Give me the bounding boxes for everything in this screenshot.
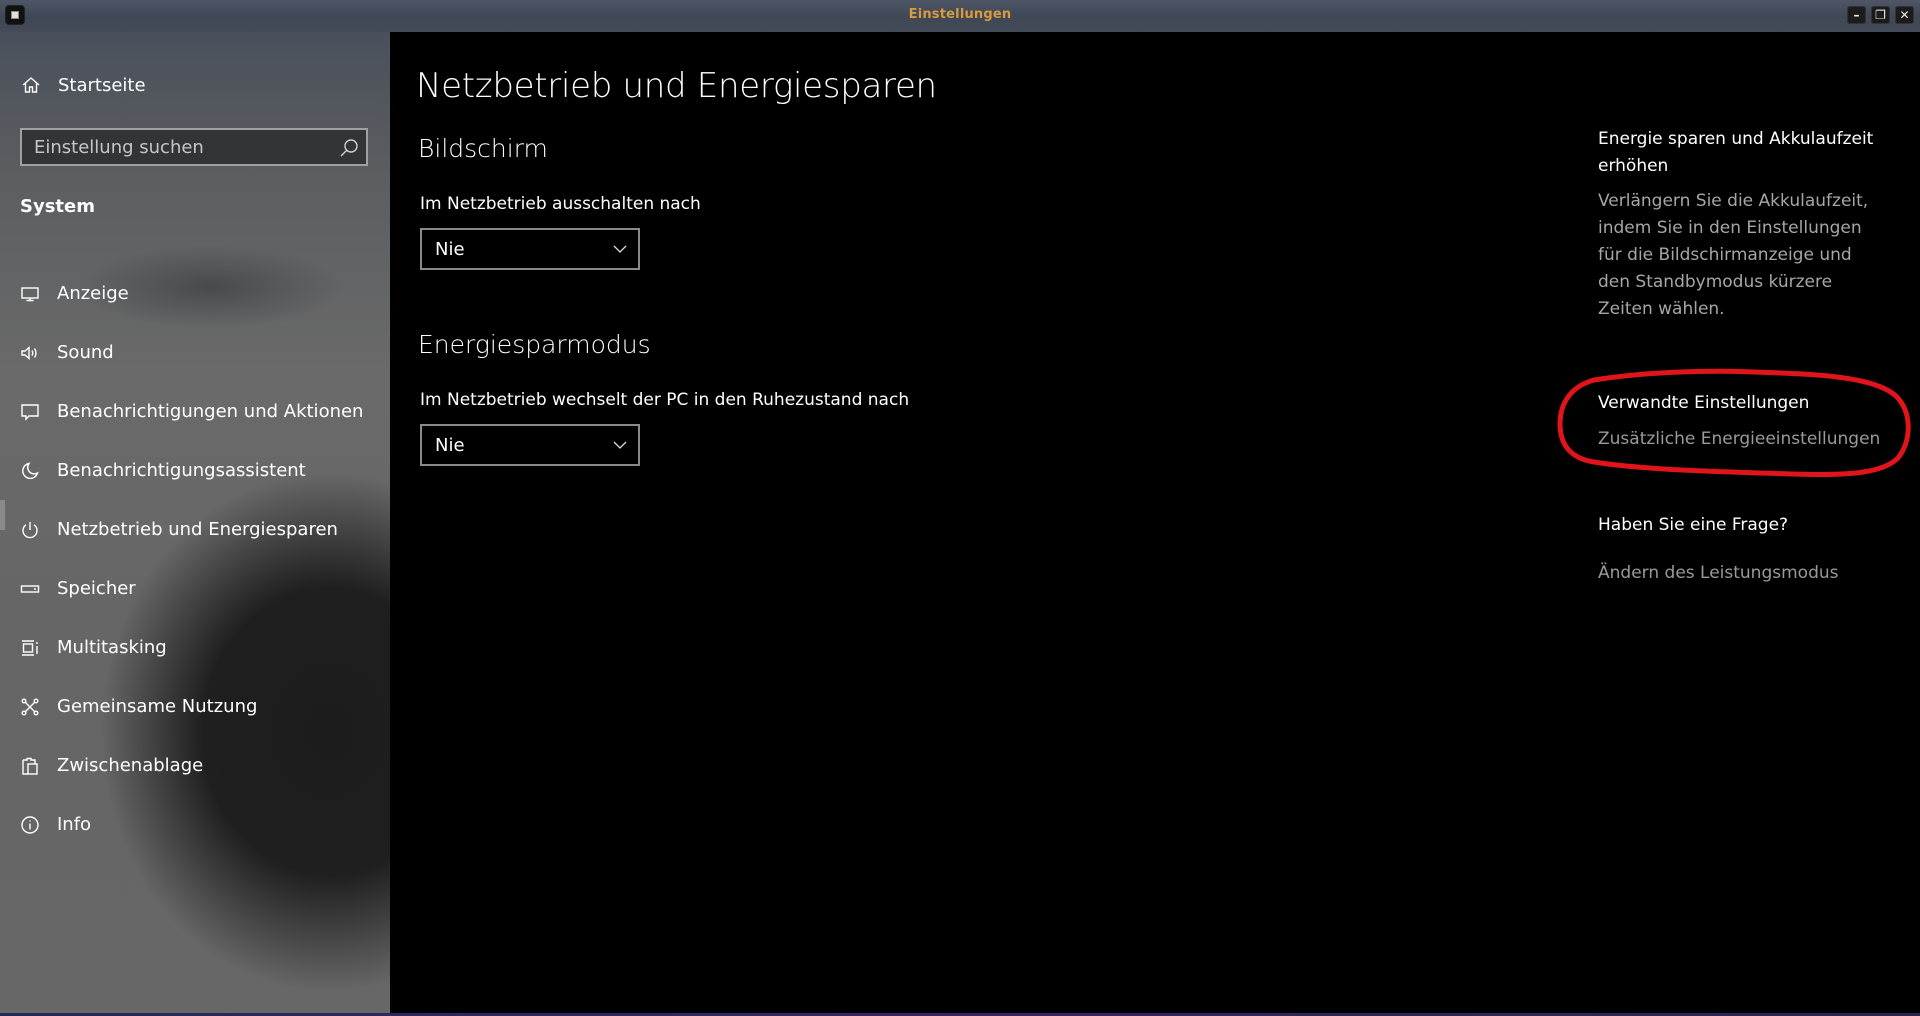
moon-icon <box>19 460 41 482</box>
sidebar-item-label: Sound <box>57 342 114 363</box>
chevron-down-icon <box>612 241 628 257</box>
sidebar-item-label: Netzbetrieb und Energiesparen <box>57 519 338 540</box>
sidebar-item-label: Speicher <box>57 578 136 599</box>
sleep-dropdown[interactable]: Nie <box>420 424 640 466</box>
sidebar-item-gemeinsame-nutzung[interactable]: Gemeinsame Nutzung <box>0 677 390 736</box>
multitasking-icon <box>19 637 41 659</box>
restore-button[interactable]: ❐ <box>1871 6 1890 24</box>
question-heading: Haben Sie eine Frage? <box>1598 515 1789 535</box>
chevron-down-icon <box>612 437 628 453</box>
sidebar-item-label: Anzeige <box>57 283 129 304</box>
info-icon <box>19 814 41 836</box>
sidebar-item-label: Benachrichtigungen und Aktionen <box>57 401 364 422</box>
page-title: Netzbetrieb und Energiesparen <box>416 66 937 106</box>
window-title: Einstellungen <box>908 7 1012 22</box>
sidebar-item-speicher[interactable]: Speicher <box>0 559 390 618</box>
power-mode-link[interactable]: Ändern des Leistungsmodus <box>1598 560 1839 587</box>
clipboard-icon <box>19 755 41 777</box>
sidebar-item-label: Zwischenablage <box>57 755 204 776</box>
message-icon <box>19 401 41 423</box>
section-label-system: System <box>20 196 95 217</box>
related-settings-heading: Verwandte Einstellungen <box>1598 393 1810 413</box>
sidebar-item-label: Info <box>57 814 92 835</box>
sidebar-item-multitasking[interactable]: Multitasking <box>0 618 390 677</box>
tip-text: Verlängern Sie die Akkulaufzeit, indem S… <box>1598 191 1869 319</box>
sidebar-item-home[interactable]: Startseite <box>20 74 146 96</box>
dropdown-value: Nie <box>435 238 465 260</box>
screen-off-dropdown[interactable]: Nie <box>420 228 640 270</box>
search-icon[interactable] <box>338 137 360 159</box>
sidebar-item-netzbetrieb[interactable]: Netzbetrieb und Energiesparen <box>0 500 390 559</box>
sidebar-item-benachrichtigungsassistent[interactable]: Benachrichtigungsassistent <box>0 441 390 500</box>
monitor-icon <box>19 283 41 305</box>
sidebar-item-anzeige[interactable]: Anzeige <box>0 264 390 323</box>
share-icon <box>19 696 41 718</box>
sleep-label: Im Netzbetrieb wechselt der PC in den Ru… <box>420 390 910 410</box>
window-controls: – ❐ ✕ <box>1847 6 1914 24</box>
section-heading-bildschirm: Bildschirm <box>418 134 548 163</box>
sidebar-item-sound[interactable]: Sound <box>0 323 390 382</box>
sidebar-item-info[interactable]: Info <box>0 795 390 854</box>
minimize-button[interactable]: – <box>1847 6 1866 24</box>
close-button[interactable]: ✕ <box>1895 6 1914 24</box>
settings-window: Einstellungen – ❐ ✕ Startseite System <box>0 0 1920 1013</box>
home-icon <box>20 74 42 96</box>
sidebar-item-label: Benachrichtigungsassistent <box>57 460 306 481</box>
section-heading-energiesparmodus: Energiesparmodus <box>418 330 651 359</box>
power-icon <box>19 519 41 541</box>
dropdown-value: Nie <box>435 434 465 456</box>
sidebar-item-label: Multitasking <box>57 637 167 658</box>
sidebar-item-benachrichtigungen[interactable]: Benachrichtigungen und Aktionen <box>0 382 390 441</box>
sidebar-item-zwischenablage[interactable]: Zwischenablage <box>0 736 390 795</box>
additional-power-settings-link[interactable]: Zusätzliche Energieeinstellungen <box>1598 426 1880 453</box>
sidebar-item-label: Gemeinsame Nutzung <box>57 696 258 717</box>
tip-heading: Energie sparen und Akkulaufzeit erhöhen <box>1598 129 1874 176</box>
screen-off-label: Im Netzbetrieb ausschalten nach <box>420 194 701 214</box>
search-field[interactable] <box>20 128 368 166</box>
search-input[interactable] <box>22 130 334 164</box>
sidebar: Startseite System Anzeige Sound <box>0 32 390 1013</box>
title-bar[interactable]: Einstellungen – ❐ ✕ <box>0 0 1920 32</box>
storage-icon <box>19 578 41 600</box>
speaker-icon <box>19 342 41 364</box>
sidebar-nav: Anzeige Sound Benachrichtigungen und Akt… <box>0 264 390 854</box>
sidebar-item-label: Startseite <box>58 74 146 96</box>
